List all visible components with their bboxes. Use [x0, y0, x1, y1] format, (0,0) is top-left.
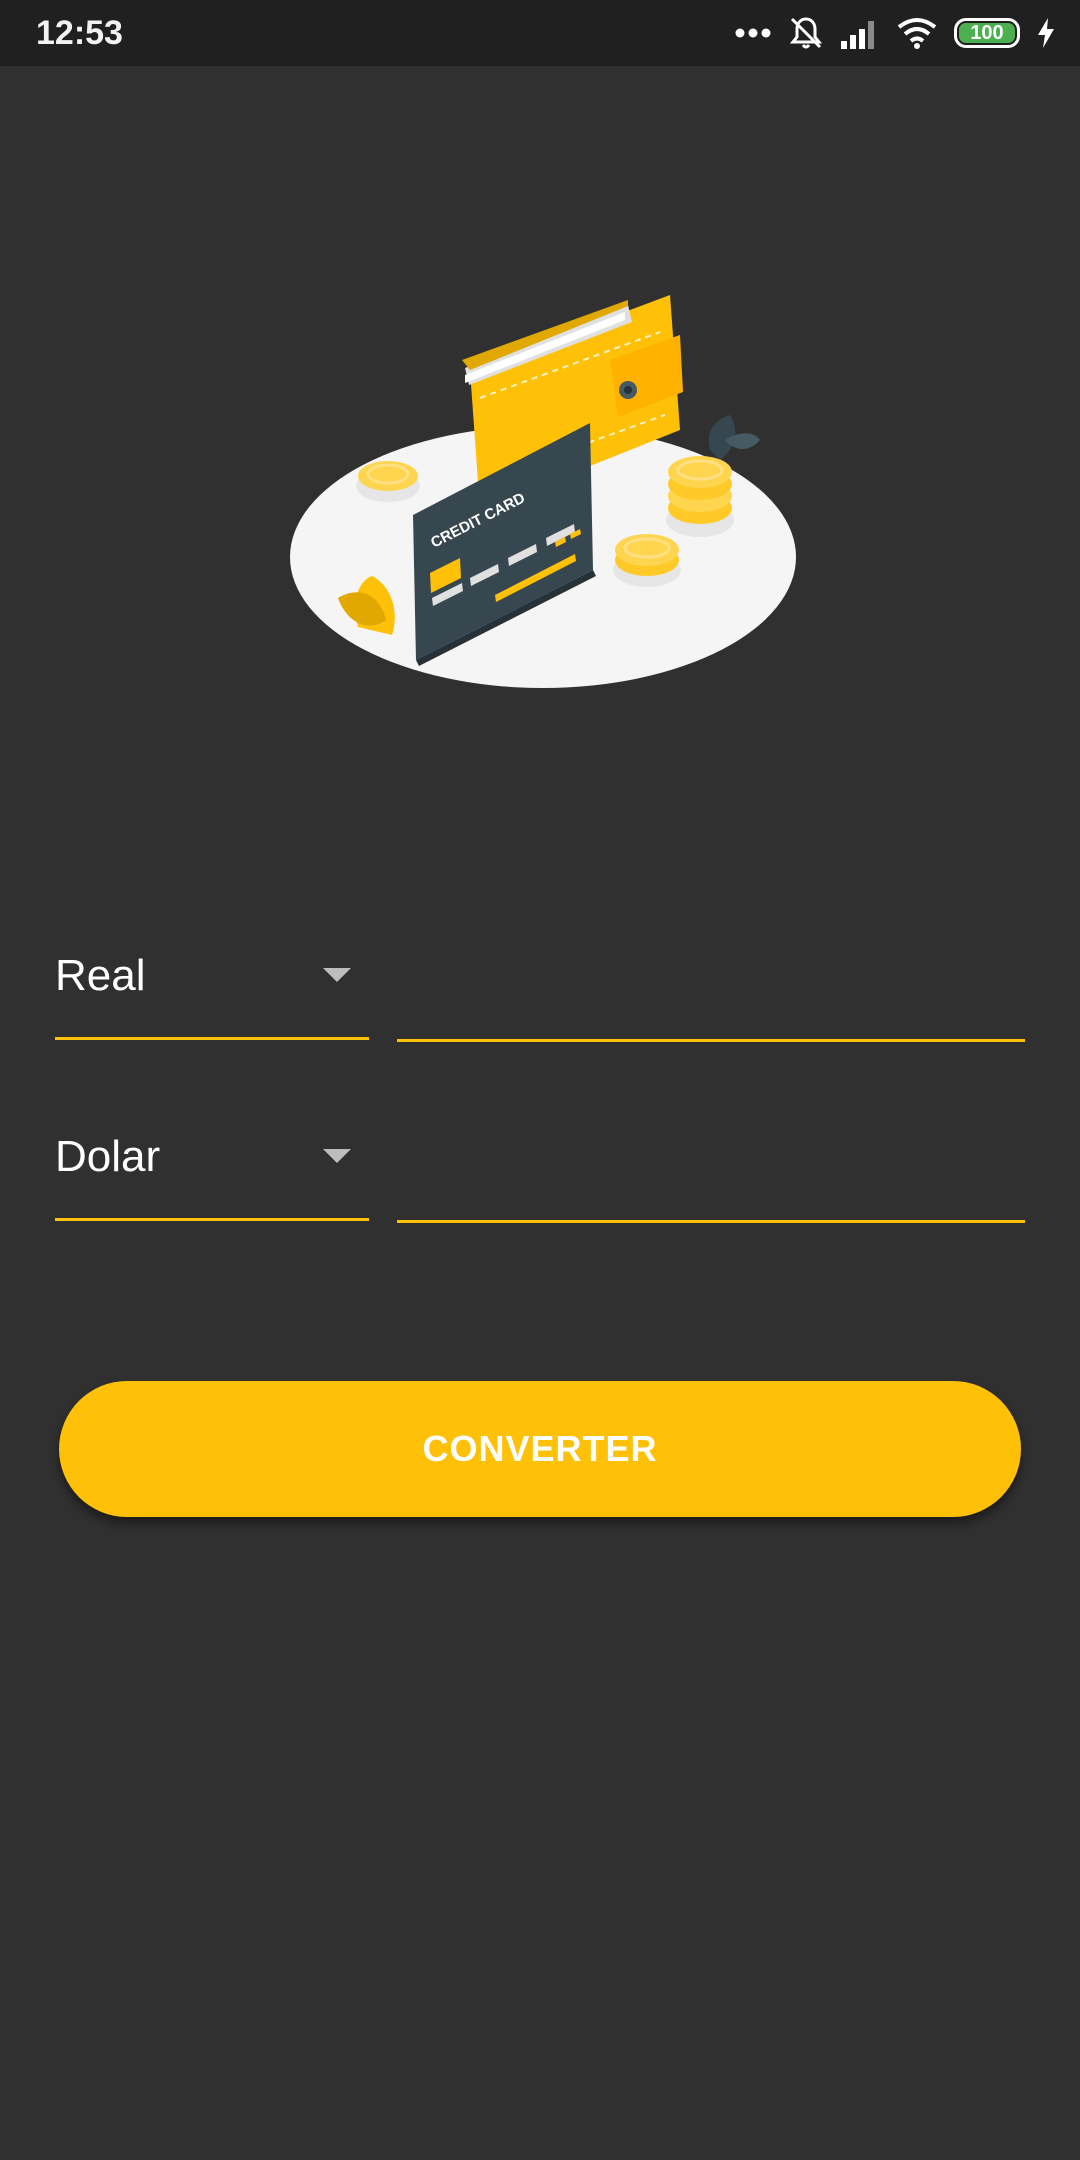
dropdown-arrow-icon — [323, 968, 351, 982]
from-currency-dropdown[interactable]: Real — [55, 930, 369, 1040]
wifi-icon — [897, 18, 937, 49]
to-currency-dropdown[interactable]: Dolar — [55, 1111, 369, 1221]
charging-icon — [1038, 18, 1054, 48]
to-amount-input[interactable] — [397, 1111, 1025, 1223]
more-dots-icon — [735, 28, 771, 38]
convert-button[interactable]: CONVERTER — [59, 1381, 1021, 1517]
from-currency-label: Real — [55, 951, 146, 1000]
status-time: 12:53 — [36, 14, 123, 52]
battery-text: 100 — [970, 22, 1004, 44]
coin-top-left-icon — [356, 461, 420, 502]
status-bar: 12:53 100 — [0, 0, 1080, 66]
from-currency-row: Real — [55, 930, 1025, 1042]
coin-front-icon — [613, 534, 681, 587]
coin-stack-icon — [666, 456, 734, 537]
dropdown-arrow-icon — [323, 1149, 351, 1163]
battery-icon: 100 — [954, 18, 1020, 48]
signal-icon — [841, 21, 874, 49]
to-currency-label: Dolar — [55, 1132, 161, 1181]
wallet-illustration: CREDIT CARD — [290, 295, 796, 688]
from-amount-input[interactable] — [397, 930, 1025, 1042]
status-icons: 100 — [734, 0, 1056, 66]
to-currency-row: Dolar — [55, 1111, 1025, 1223]
mute-icon — [789, 17, 823, 49]
